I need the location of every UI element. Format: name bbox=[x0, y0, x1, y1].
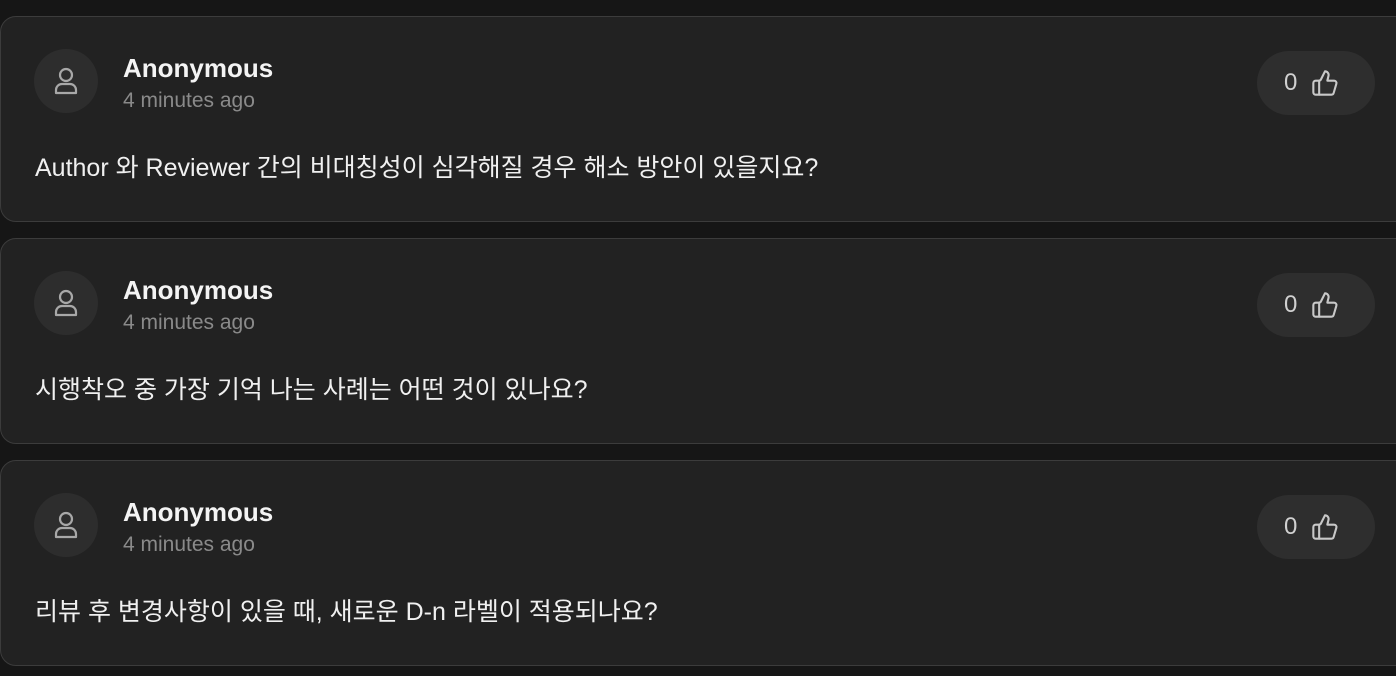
comment-feed: Anonymous 4 minutes ago 0 Author 와 Revie… bbox=[0, 0, 1396, 676]
like-button[interactable]: 0 bbox=[1257, 495, 1375, 559]
user-icon bbox=[54, 289, 78, 317]
user-icon bbox=[54, 67, 78, 95]
comment-text: 리뷰 후 변경사항이 있을 때, 새로운 D-n 라벨이 적용되나요? bbox=[35, 598, 658, 626]
like-button[interactable]: 0 bbox=[1257, 51, 1375, 115]
avatar bbox=[34, 271, 98, 335]
comment-text: 시행착오 중 가장 기억 나는 사례는 어떤 것이 있나요? bbox=[35, 376, 588, 404]
comment-card: Anonymous 4 minutes ago 0 시행착오 중 가장 기억 나… bbox=[0, 238, 1396, 444]
thumbs-up-icon bbox=[1312, 292, 1338, 318]
avatar bbox=[34, 493, 98, 557]
user-icon bbox=[54, 511, 78, 539]
like-button[interactable]: 0 bbox=[1257, 273, 1375, 337]
comment-timestamp: 4 minutes ago bbox=[123, 533, 255, 556]
like-count: 0 bbox=[1284, 513, 1298, 540]
like-count: 0 bbox=[1284, 69, 1298, 96]
avatar bbox=[34, 49, 98, 113]
thumbs-up-icon bbox=[1312, 514, 1338, 540]
comment-timestamp: 4 minutes ago bbox=[123, 311, 255, 334]
comment-card: Anonymous 4 minutes ago 0 Author 와 Revie… bbox=[0, 16, 1396, 222]
comment-timestamp: 4 minutes ago bbox=[123, 89, 255, 112]
like-count: 0 bbox=[1284, 291, 1298, 318]
comment-author: Anonymous bbox=[123, 275, 274, 305]
comment-author: Anonymous bbox=[123, 497, 274, 527]
thumbs-up-icon bbox=[1312, 70, 1338, 96]
comment-card: Anonymous 4 minutes ago 0 리뷰 후 변경사항이 있을 … bbox=[0, 460, 1396, 666]
comment-author: Anonymous bbox=[123, 53, 274, 83]
comment-text: Author 와 Reviewer 간의 비대칭성이 심각해질 경우 해소 방안… bbox=[35, 154, 819, 182]
